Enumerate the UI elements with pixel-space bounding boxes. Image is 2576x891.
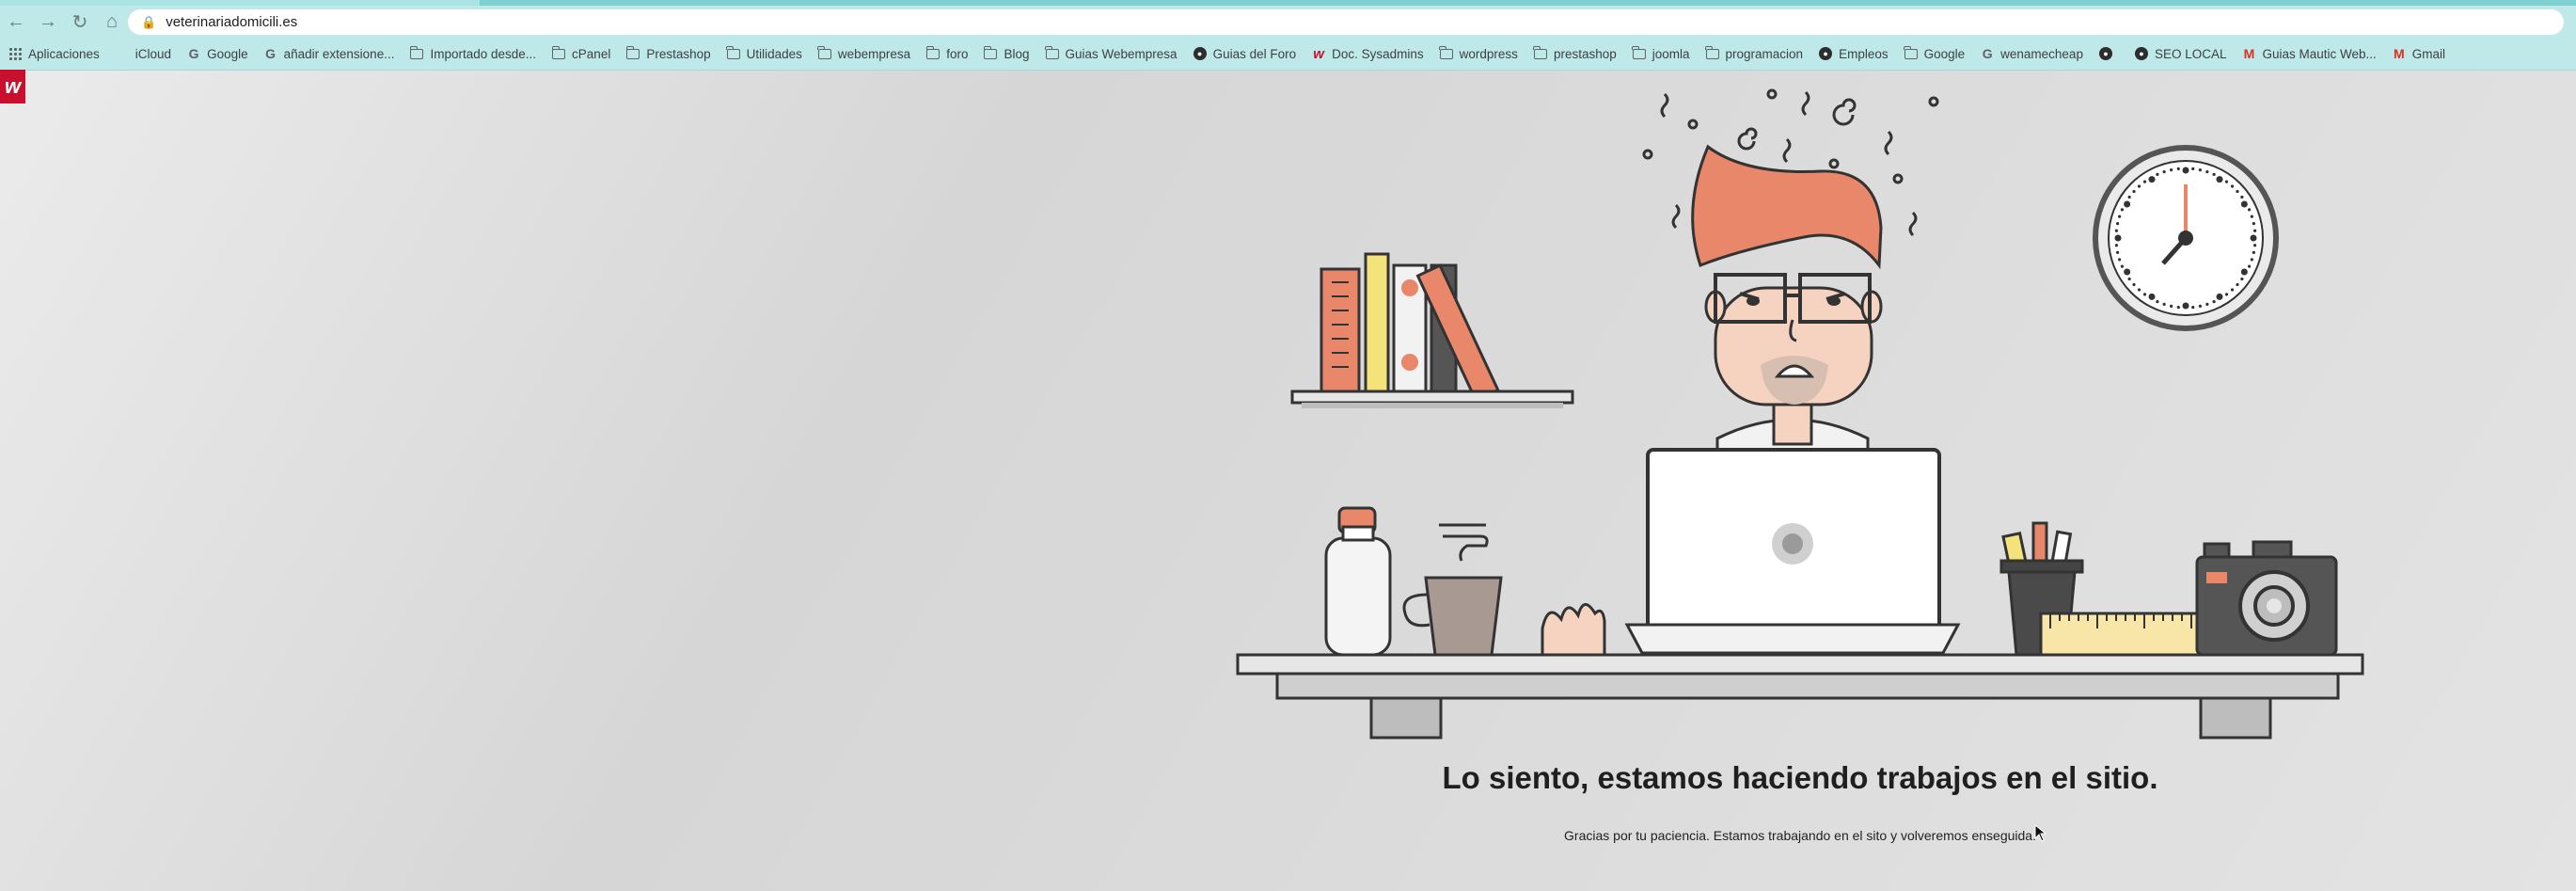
mouse-cursor-icon <box>2034 824 2047 842</box>
bookshelf <box>1290 252 1574 408</box>
hand-on-mouse <box>1541 603 1606 657</box>
water-bottle <box>1324 506 1392 657</box>
maintenance-heading: Lo siento, estamos haciendo trabajos en … <box>1442 760 2158 795</box>
desk <box>1236 653 2364 740</box>
wall-clock <box>2093 145 2279 331</box>
laptop <box>1624 448 1961 655</box>
worker-character <box>1691 144 1883 459</box>
maintenance-message: Gracias por tu paciencia. Estamos trabaj… <box>1564 828 2036 843</box>
camera <box>2195 540 2338 657</box>
coffee-mug <box>1402 523 1503 657</box>
maintenance-illustration <box>1236 88 2364 740</box>
